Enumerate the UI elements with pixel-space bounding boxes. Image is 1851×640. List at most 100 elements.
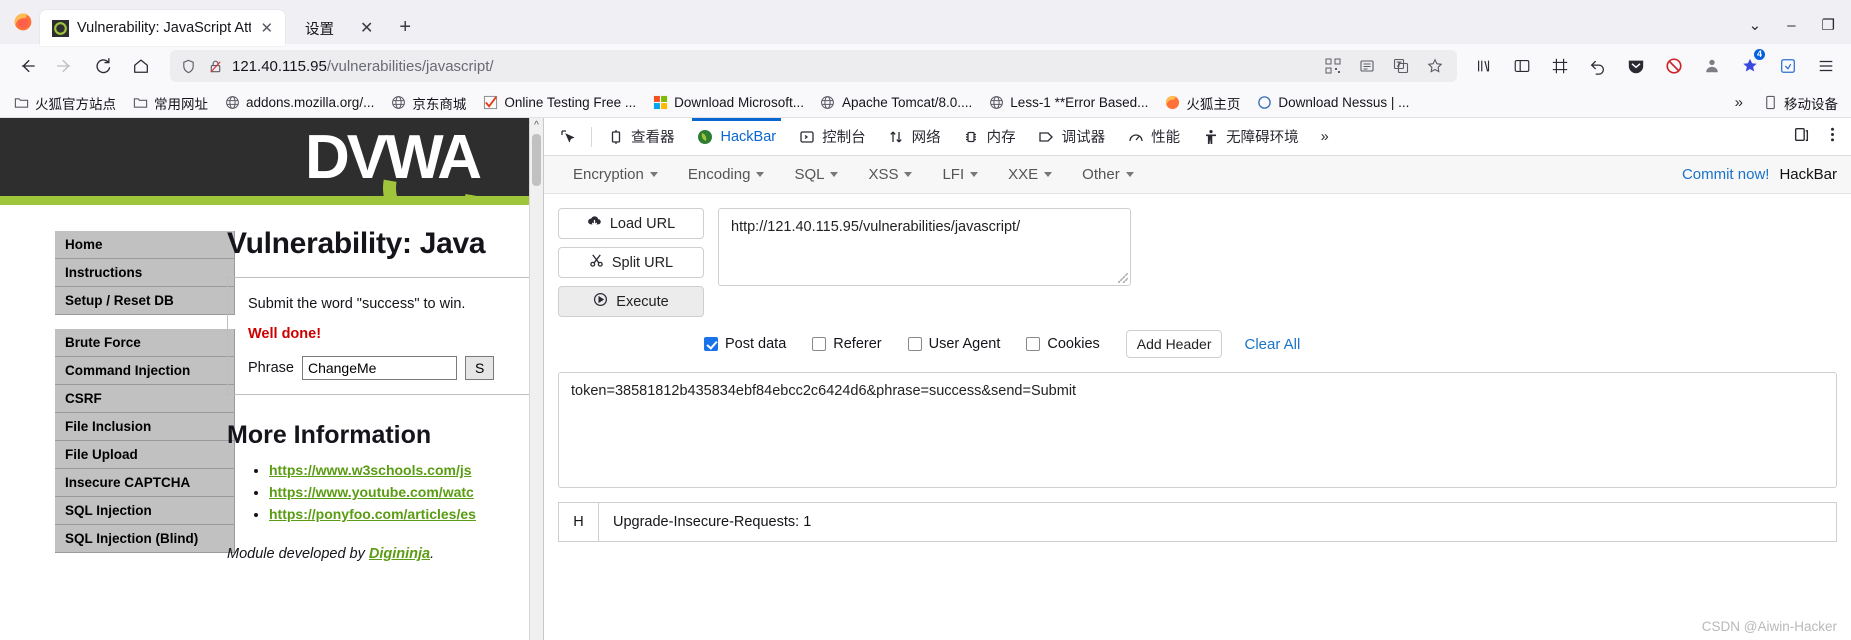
module-credit-link[interactable]: Digininja xyxy=(369,546,430,562)
add-header-button[interactable]: Add Header xyxy=(1125,330,1223,358)
split-url-button[interactable]: Split URL xyxy=(558,247,704,278)
qr-code-icon[interactable] xyxy=(1323,56,1343,76)
bookmark-item-4[interactable]: Online Testing Free ... xyxy=(475,92,643,114)
tab-debugger[interactable]: 调试器 xyxy=(1027,118,1117,156)
hackbar-url-textarea[interactable]: http://121.40.115.95/vulnerabilities/jav… xyxy=(718,208,1131,286)
menu-xxe[interactable]: XXE xyxy=(993,166,1067,183)
reader-mode-icon[interactable] xyxy=(1357,56,1377,76)
insecure-lock-icon[interactable] xyxy=(205,56,225,76)
tab-network[interactable]: 网络 xyxy=(877,118,952,156)
resize-grip-icon[interactable] xyxy=(1118,273,1128,283)
phrase-input[interactable] xyxy=(301,356,457,380)
bookmark-item-9[interactable]: Download Nessus | ... xyxy=(1249,92,1416,114)
maximize-button[interactable]: ❐ xyxy=(1822,16,1835,34)
extension-person-icon[interactable] xyxy=(1695,49,1729,83)
browser-tab-0[interactable]: Vulnerability: JavaScript Attac ✕ xyxy=(40,10,285,46)
scroll-up-arrow-icon[interactable]: ^ xyxy=(534,120,539,131)
app-menu-icon[interactable] xyxy=(1809,49,1843,83)
bookmark-item-3[interactable]: 京东商城 xyxy=(383,90,473,116)
bookmark-star-icon[interactable] xyxy=(1425,56,1445,76)
tab-accessibility[interactable]: 无障碍环境 xyxy=(1191,118,1310,156)
checkbox-box[interactable] xyxy=(907,337,922,351)
checkbox-box[interactable] xyxy=(812,337,827,351)
dock-position-icon[interactable] xyxy=(1793,126,1810,148)
close-tab-button[interactable]: ✕ xyxy=(360,18,373,38)
page-scrollbar[interactable]: ^ xyxy=(529,118,543,640)
list-all-tabs-icon[interactable]: ⌄ xyxy=(1749,16,1762,34)
commit-now-link[interactable]: Commit now! xyxy=(1682,166,1770,183)
tab-label: 控制台 xyxy=(822,130,866,146)
page-title: Vulnerability: Java xyxy=(227,227,486,260)
menu-encryption[interactable]: Encryption xyxy=(558,166,673,183)
tab-console[interactable]: 控制台 xyxy=(787,118,877,156)
bookmark-item-mobile[interactable]: 移动设备 xyxy=(1755,90,1845,116)
bookmark-item-8[interactable]: 火狐主页 xyxy=(1157,90,1247,116)
load-url-button[interactable]: Load URL xyxy=(558,208,704,239)
checkbox-box[interactable] xyxy=(1026,337,1041,351)
undo-icon[interactable] xyxy=(1581,49,1615,83)
devtools-tabs-overflow[interactable]: » xyxy=(1310,118,1340,156)
translate-icon[interactable] xyxy=(1391,56,1411,76)
adblock-icon[interactable] xyxy=(1657,49,1691,83)
back-button[interactable] xyxy=(8,49,46,83)
menu-encoding[interactable]: Encoding xyxy=(673,166,780,183)
home-button[interactable] xyxy=(122,49,160,83)
scrollbar-thumb[interactable] xyxy=(532,134,541,186)
info-link-2[interactable]: https://ponyfoo.com/articles/es xyxy=(269,506,476,522)
tab-hackbar[interactable]: HackBar xyxy=(686,117,788,156)
microsoft-icon xyxy=(652,95,668,111)
sidebar-icon[interactable] xyxy=(1505,49,1539,83)
bookmark-item-7[interactable]: Less-1 **Error Based... xyxy=(981,92,1155,114)
hackbar-panel: Encryption Encoding SQL XSS LFI XXE Othe… xyxy=(544,156,1851,640)
bookmarks-overflow-chevron-icon[interactable]: » xyxy=(1725,94,1753,111)
bookmark-item-5[interactable]: Download Microsoft... xyxy=(645,92,811,114)
sync-icon[interactable] xyxy=(1771,49,1805,83)
menu-lfi[interactable]: LFI xyxy=(927,166,993,183)
element-picker-icon[interactable] xyxy=(548,118,587,156)
pocket-icon[interactable] xyxy=(1619,49,1653,83)
new-tab-button[interactable]: + xyxy=(399,16,411,39)
checkbox-cookies[interactable]: Cookies xyxy=(1026,336,1100,352)
forward-button[interactable] xyxy=(46,49,84,83)
notification-extension-icon[interactable]: 4 xyxy=(1733,49,1767,83)
checkbox-box[interactable] xyxy=(704,337,718,351)
shield-icon[interactable] xyxy=(178,56,198,76)
info-link-0[interactable]: https://www.w3schools.com/js xyxy=(269,462,472,478)
browser-tab-1[interactable]: 设置 xyxy=(285,10,346,47)
tab-label: HackBar xyxy=(720,128,777,145)
minimize-button[interactable]: – xyxy=(1787,17,1795,34)
screenshot-icon[interactable] xyxy=(1543,49,1577,83)
bookmark-label: Download Nessus | ... xyxy=(1278,95,1410,110)
checkbox-referer[interactable]: Referer xyxy=(812,336,882,352)
bookmark-item-6[interactable]: Apache Tomcat/8.0.... xyxy=(813,92,979,114)
tab-performance[interactable]: 性能 xyxy=(1116,118,1191,156)
phrase-submit-button[interactable]: S xyxy=(464,356,495,380)
tab-inspector[interactable]: 查看器 xyxy=(596,118,686,156)
menu-sql[interactable]: SQL xyxy=(779,166,853,183)
list-item: https://ponyfoo.com/articles/es xyxy=(269,506,529,524)
library-icon[interactable] xyxy=(1467,49,1501,83)
header-value-cell[interactable]: Upgrade-Insecure-Requests: 1 xyxy=(599,503,1836,541)
devtools-menu-icon[interactable] xyxy=(1824,126,1841,148)
play-icon xyxy=(593,292,608,311)
reload-button[interactable] xyxy=(84,49,122,83)
menu-other[interactable]: Other xyxy=(1067,166,1149,183)
bookmark-item-1[interactable]: 常用网址 xyxy=(125,90,215,116)
execute-button[interactable]: Execute xyxy=(558,286,704,317)
url-bar[interactable]: 121.40.115.95/vulnerabilities/javascript… xyxy=(170,50,1457,82)
globe-icon xyxy=(820,95,836,111)
notification-badge: 4 xyxy=(1754,49,1765,60)
checkbox-user-agent[interactable]: User Agent xyxy=(907,336,1000,352)
clear-all-link[interactable]: Clear All xyxy=(1244,336,1300,353)
bookmark-item-0[interactable]: 火狐官方站点 xyxy=(6,90,123,116)
bookmark-item-2[interactable]: addons.mozilla.org/... xyxy=(217,92,381,114)
tab-memory[interactable]: 内存 xyxy=(952,118,1027,156)
checkbox-post-data[interactable]: Post data xyxy=(704,336,786,352)
info-link-1[interactable]: https://www.youtube.com/watc xyxy=(269,484,474,500)
cloud-download-icon xyxy=(587,214,602,233)
hackbar-post-data-textarea[interactable]: token=38581812b435834ebf84ebcc2c6424d6&p… xyxy=(558,372,1837,488)
header-key-cell[interactable]: H xyxy=(559,503,599,541)
tab-close-icon[interactable]: ✕ xyxy=(259,19,275,37)
url-text[interactable]: 121.40.115.95/vulnerabilities/javascript… xyxy=(232,58,1316,75)
menu-xss[interactable]: XSS xyxy=(853,166,927,183)
